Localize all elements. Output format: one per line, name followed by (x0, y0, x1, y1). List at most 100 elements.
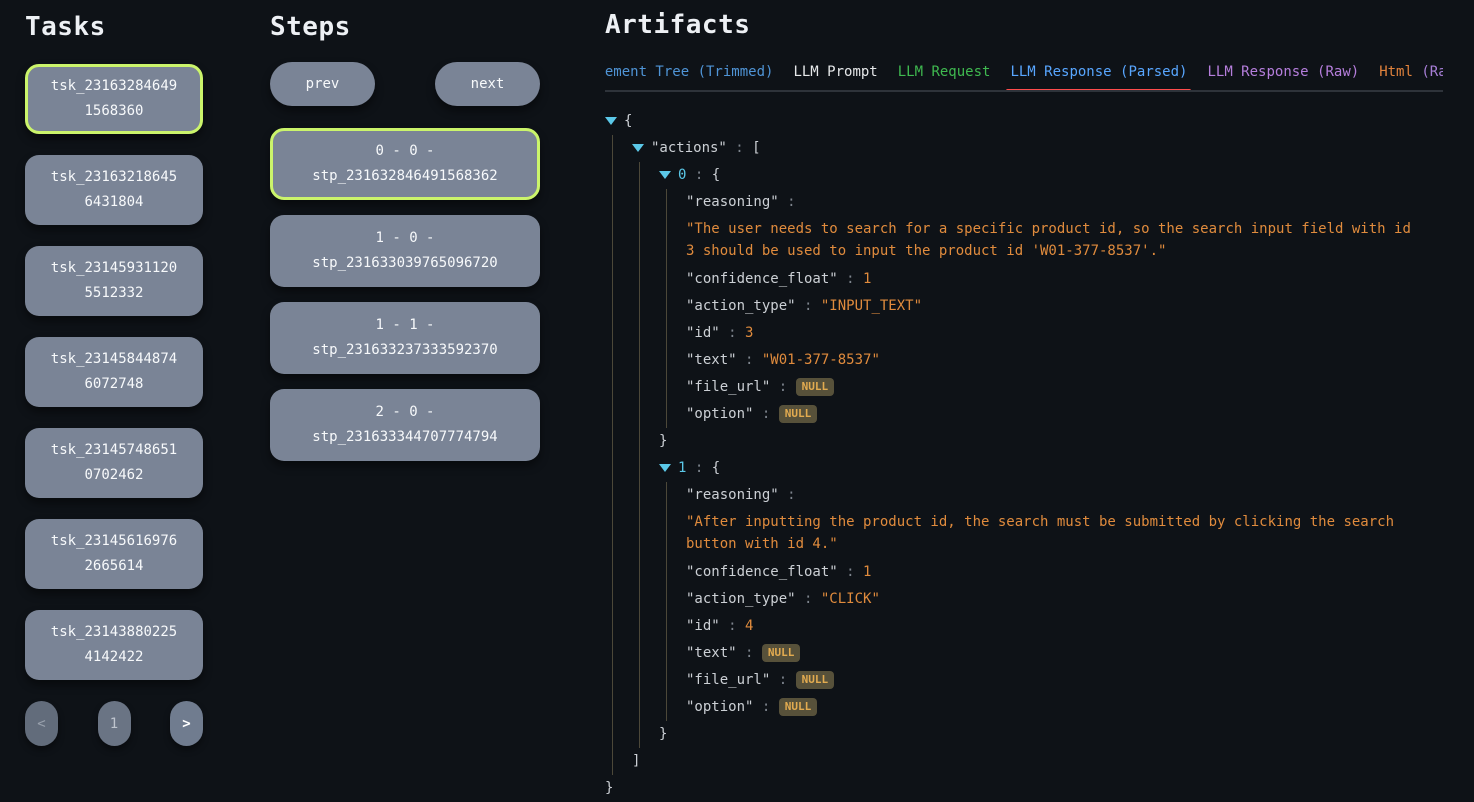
tree-row-content: "actions" : [ (651, 135, 761, 162)
tree-guide-line (612, 374, 632, 401)
tree-guide-line (639, 640, 659, 667)
tree-guide-line (666, 482, 686, 509)
task-button[interactable]: tsk_231458448746072748 (25, 337, 203, 407)
tree-row-content: "reasoning" : (686, 189, 796, 216)
expander-arrow-icon[interactable] (659, 464, 671, 472)
tab-llm-response-parsed[interactable]: LLM Response (Parsed) (1009, 64, 1188, 80)
token-key: "option" (686, 406, 753, 422)
tab-llm-request[interactable]: LLM Request (897, 64, 992, 80)
tree-row-content: 1 : { (678, 455, 720, 482)
expander-arrow-icon[interactable] (659, 171, 671, 179)
step-button[interactable]: 0 - 0 - stp_231632846491568362 (270, 128, 540, 200)
tree-guide-line (666, 667, 686, 694)
token-key: "text" (686, 352, 737, 368)
step-button[interactable]: 1 - 0 - stp_231633039765096720 (270, 215, 540, 287)
tree-row: "reasoning" : (605, 189, 1443, 216)
token-key: "reasoning" (686, 194, 779, 210)
null-badge: NULL (779, 405, 818, 423)
tab-label: LLM Response (Parsed) (1010, 64, 1187, 80)
token-num: 1 (863, 271, 871, 287)
tree-row-content: } (605, 775, 613, 802)
token-colon: : (770, 672, 795, 688)
tab-element-tree-trimmed[interactable]: Element Tree (Trimmed) (605, 64, 774, 80)
tab-llm-response-raw[interactable]: LLM Response (Raw) (1206, 64, 1360, 80)
tab-html-raw[interactable]: Html (Raw) (1378, 64, 1443, 80)
task-id-label: tsk_231456169762665614 (48, 529, 180, 579)
tree-row: "id" : 4 (605, 613, 1443, 640)
tree-row: "The user needs to search for a specific… (605, 216, 1443, 266)
task-button[interactable]: tsk_231457486510702462 (25, 428, 203, 498)
token-str: "After inputting the product id, the sea… (686, 514, 1402, 552)
tab-label: LLM Prompt (793, 64, 877, 80)
tree-guide-line (639, 428, 659, 455)
tree-row-content: "option" : NULL (686, 694, 817, 721)
token-str: "CLICK" (821, 591, 880, 607)
tree-guide-line (612, 135, 632, 162)
tree-guide-line (612, 320, 632, 347)
token-colon: : (720, 618, 745, 634)
tree-guide-line (639, 694, 659, 721)
pagination-page-1-button[interactable]: 1 (98, 701, 131, 746)
tree-guide-line (639, 293, 659, 320)
null-badge: NULL (796, 378, 835, 396)
prev-step-button[interactable]: prev (270, 62, 375, 106)
pagination-next-button[interactable]: > (170, 701, 203, 746)
tree-row: 1 : { (605, 455, 1443, 482)
step-id-label: 1 - 0 - stp_231633039765096720 (283, 226, 527, 276)
tree-row-content: "confidence_float" : 1 (686, 559, 871, 586)
tree-guide-line (639, 559, 659, 586)
token-colon: : (796, 591, 821, 607)
tab-label: Html (1379, 64, 1413, 80)
steps-panel: Steps prev next 0 - 0 - stp_231632846491… (270, 0, 605, 800)
tab-label: LLM Request (898, 64, 991, 80)
task-id-label: tsk_231632186456431804 (48, 165, 180, 215)
tree-guide-line (666, 320, 686, 347)
expander-arrow-icon[interactable] (605, 117, 617, 125)
step-list: 0 - 0 - stp_231632846491568362 1 - 0 - st… (270, 128, 605, 461)
token-key: "actions" (651, 140, 727, 156)
token-punc: { (712, 460, 720, 476)
tree-row-content: 0 : { (678, 162, 720, 189)
tree-row-content: "text" : NULL (686, 640, 800, 667)
tree-row-content: "file_url" : NULL (686, 374, 834, 401)
tasks-title: Tasks (25, 12, 270, 42)
tree-guide-line (666, 374, 686, 401)
token-key: "file_url" (686, 672, 770, 688)
tree-row: "text" : "W01-377-8537" (605, 347, 1443, 374)
task-button[interactable]: tsk_231459311205512332 (25, 246, 203, 316)
task-button[interactable]: tsk_231438802254142422 (25, 610, 203, 680)
artifacts-panel: Artifacts Element Tree (Trimmed)LLM Prom… (605, 0, 1474, 800)
tree-guide-line (612, 293, 632, 320)
tree-guide-line (639, 509, 659, 559)
tree-guide-line (612, 482, 632, 509)
task-button[interactable]: tsk_231632846491568360 (25, 64, 203, 134)
tree-row-content: "id" : 4 (686, 613, 753, 640)
step-button[interactable]: 2 - 0 - stp_231633344707774794 (270, 389, 540, 461)
tree-row: ] (605, 748, 1443, 775)
tree-row-content: "file_url" : NULL (686, 667, 834, 694)
tree-row-content: "The user needs to search for a specific… (686, 216, 1423, 266)
token-key: "id" (686, 618, 720, 634)
tasks-pagination: < 1 > (25, 701, 203, 746)
expander-arrow-icon[interactable] (632, 144, 644, 152)
token-colon: : (686, 460, 711, 476)
task-button[interactable]: tsk_231456169762665614 (25, 519, 203, 589)
tree-row-content: "text" : "W01-377-8537" (686, 347, 880, 374)
token-colon: : (737, 352, 762, 368)
tree-guide-line (639, 320, 659, 347)
tab-llm-prompt[interactable]: LLM Prompt (792, 64, 878, 80)
tree-row-content: "reasoning" : (686, 482, 796, 509)
tree-row: 0 : { (605, 162, 1443, 189)
tree-guide-line (639, 721, 659, 748)
token-punc: [ (752, 140, 760, 156)
tree-row: } (605, 775, 1443, 802)
tree-guide-line (639, 347, 659, 374)
step-button[interactable]: 1 - 1 - stp_231633237333592370 (270, 302, 540, 374)
tree-guide-line (612, 428, 632, 455)
pagination-prev-button[interactable]: < (25, 701, 58, 746)
tree-guide-line (666, 216, 686, 266)
next-step-button[interactable]: next (435, 62, 540, 106)
tree-row-content: "id" : 3 (686, 320, 753, 347)
task-button[interactable]: tsk_231632186456431804 (25, 155, 203, 225)
tab-label: Element Tree (Trimmed) (605, 64, 773, 80)
